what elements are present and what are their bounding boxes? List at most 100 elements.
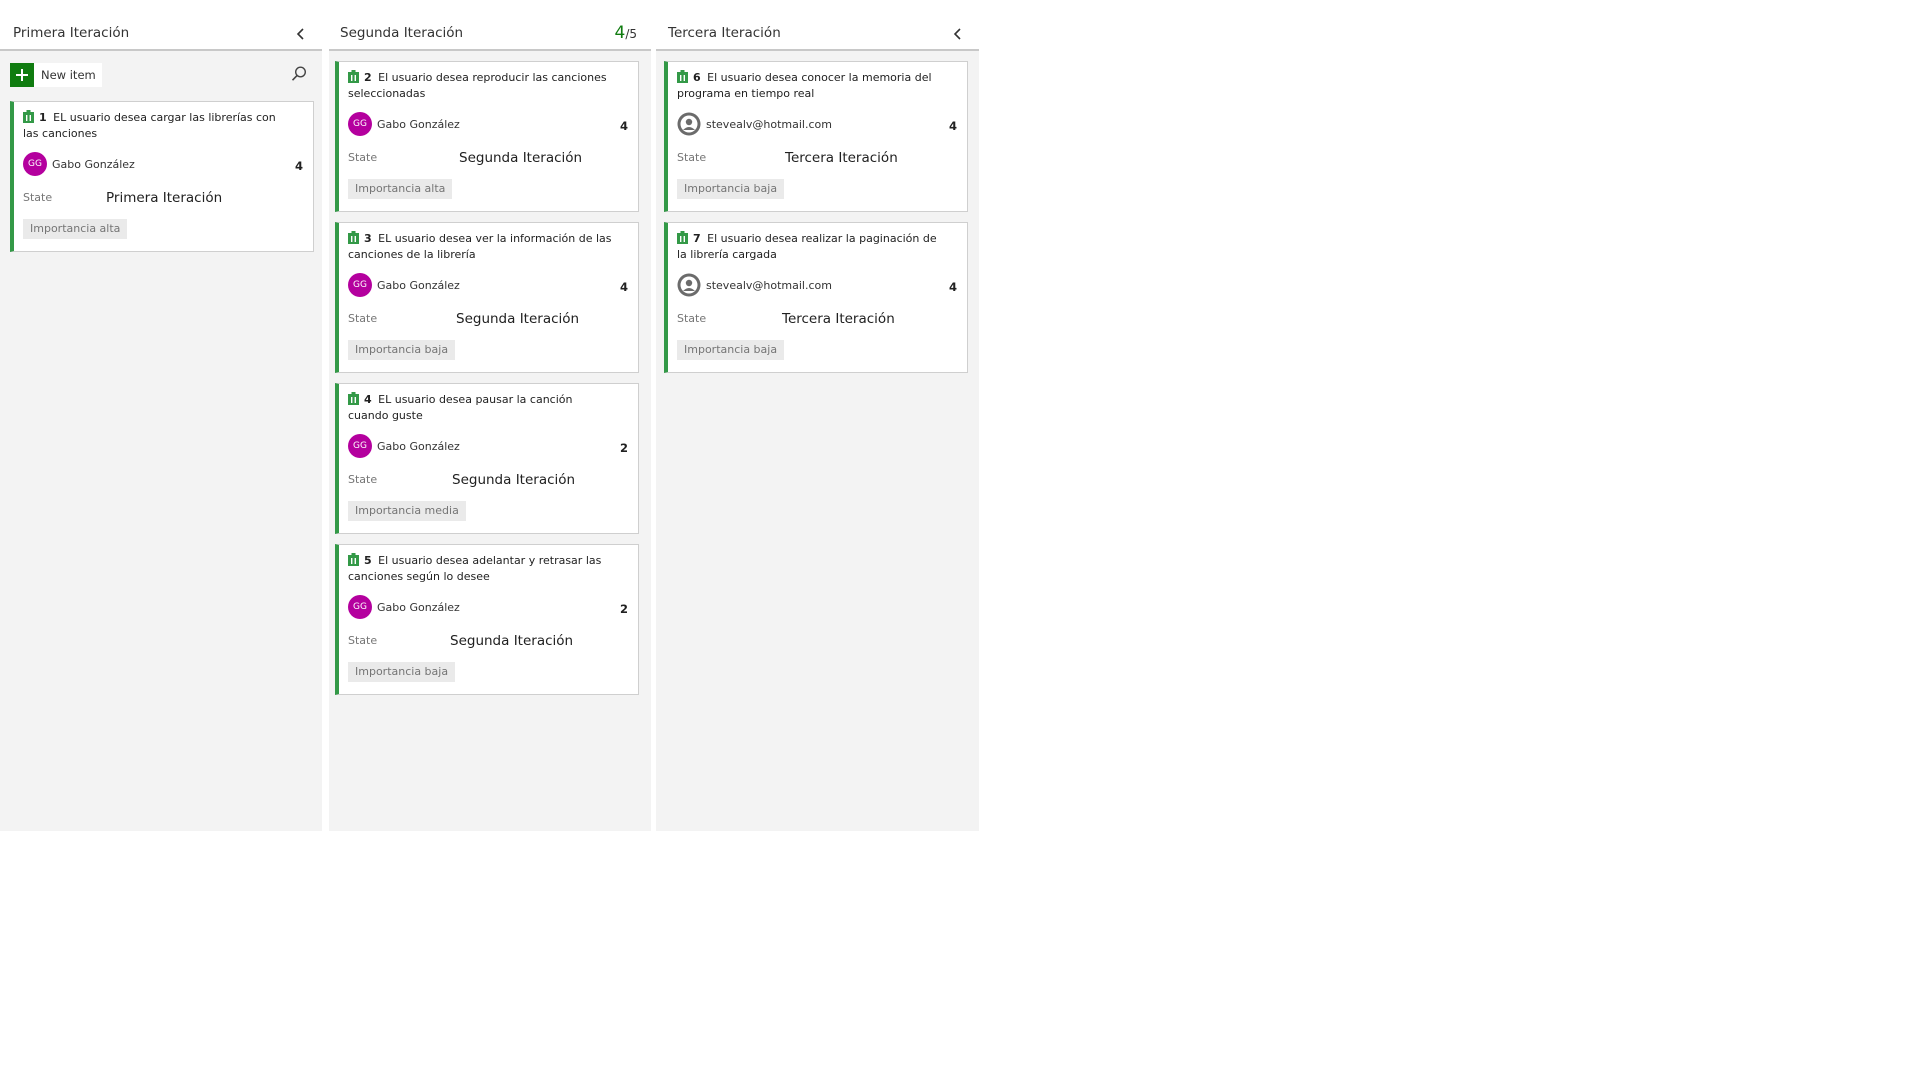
state-label: State bbox=[677, 151, 707, 164]
user-story-icon bbox=[348, 231, 359, 244]
person-icon bbox=[677, 273, 701, 297]
wip-limit-indicator: 4/5 bbox=[614, 23, 637, 43]
assigned-to[interactable]: GG Gabo González bbox=[23, 152, 135, 176]
work-item-card[interactable]: 6 El usuario desea conocer la memoria de… bbox=[664, 61, 968, 212]
assignee-name: stevealv@hotmail.com bbox=[706, 117, 832, 131]
tag-badge[interactable]: Importancia baja bbox=[677, 179, 785, 199]
effort-value[interactable]: 4 bbox=[620, 280, 628, 294]
new-item-label: New item bbox=[41, 68, 96, 82]
user-story-icon bbox=[677, 70, 688, 83]
state-value[interactable]: Segunda Iteración bbox=[452, 472, 575, 488]
effort-value[interactable]: 4 bbox=[295, 159, 303, 173]
wip-limit: 5 bbox=[629, 27, 637, 41]
tag-badge[interactable]: Importancia alta bbox=[348, 179, 453, 199]
tag-badge[interactable]: Importancia baja bbox=[348, 662, 456, 682]
column-header: Tercera Iteración bbox=[656, 0, 979, 51]
work-item-title: El usuario desea conocer la memoria del … bbox=[677, 71, 932, 100]
new-item-button[interactable]: New item bbox=[10, 63, 102, 87]
effort-value[interactable]: 2 bbox=[620, 441, 628, 455]
assigned-to[interactable]: stevealv@hotmail.com bbox=[677, 273, 832, 297]
user-story-icon bbox=[348, 392, 359, 405]
tag-badge[interactable]: Importancia baja bbox=[348, 340, 456, 360]
state-label: State bbox=[348, 151, 378, 164]
work-item-card[interactable]: 3 EL usuario desea ver la información de… bbox=[335, 222, 639, 373]
search-icon[interactable] bbox=[290, 65, 308, 83]
work-item-id: 7 bbox=[693, 232, 701, 245]
column-tercera-iteracion: Tercera Iteración 6 El usuario desea con… bbox=[656, 0, 979, 831]
work-item-card[interactable]: 2 El usuario desea reproducir las cancio… bbox=[335, 61, 639, 212]
work-item-title: El usuario desea adelantar y retrasar la… bbox=[348, 554, 602, 583]
card-title[interactable]: 5 El usuario desea adelantar y retrasar … bbox=[348, 553, 616, 585]
column-header: Primera Iteración bbox=[0, 0, 322, 51]
user-story-icon bbox=[677, 231, 688, 244]
work-item-id: 3 bbox=[364, 232, 372, 245]
avatar: GG bbox=[348, 595, 372, 619]
user-story-icon bbox=[348, 553, 359, 566]
assigned-to[interactable]: GG Gabo González bbox=[348, 112, 460, 136]
card-title[interactable]: 7 El usuario desea realizar la paginació… bbox=[677, 231, 945, 263]
work-item-id: 4 bbox=[364, 393, 372, 406]
work-item-title: EL usuario desea cargar las librerías co… bbox=[23, 111, 276, 140]
effort-value[interactable]: 4 bbox=[949, 280, 957, 294]
tag-badge[interactable]: Importancia alta bbox=[23, 219, 128, 239]
effort-value[interactable]: 2 bbox=[620, 602, 628, 616]
state-value[interactable]: Tercera Iteración bbox=[782, 311, 895, 327]
avatar: GG bbox=[348, 273, 372, 297]
avatar: GG bbox=[23, 152, 47, 176]
assigned-to[interactable]: GG Gabo González bbox=[348, 273, 460, 297]
assignee-name: Gabo González bbox=[377, 600, 460, 614]
column-title: Segunda Iteración bbox=[340, 25, 464, 41]
assigned-to[interactable]: GG Gabo González bbox=[348, 595, 460, 619]
state-label: State bbox=[348, 473, 378, 486]
column-toolbar: New item bbox=[10, 63, 312, 87]
effort-value[interactable]: 4 bbox=[620, 119, 628, 133]
state-value[interactable]: Segunda Iteración bbox=[459, 150, 582, 166]
kanban-board: Primera Iteración New item 1 EL usuario … bbox=[0, 0, 979, 831]
work-item-card[interactable]: 5 El usuario desea adelantar y retrasar … bbox=[335, 544, 639, 695]
work-item-id: 6 bbox=[693, 71, 701, 84]
user-story-icon bbox=[23, 110, 34, 123]
card-title[interactable]: 2 El usuario desea reproducir las cancio… bbox=[348, 70, 616, 102]
state-value[interactable]: Segunda Iteración bbox=[450, 633, 573, 649]
state-label: State bbox=[23, 191, 53, 204]
column-title: Primera Iteración bbox=[13, 25, 130, 41]
work-item-title: EL usuario desea ver la información de l… bbox=[348, 232, 612, 261]
work-item-id: 2 bbox=[364, 71, 372, 84]
assignee-name: stevealv@hotmail.com bbox=[706, 278, 832, 292]
chevron-left-icon[interactable] bbox=[950, 26, 966, 42]
avatar: GG bbox=[348, 434, 372, 458]
column-segunda-iteracion: Segunda Iteración 4/5 2 El usuario desea… bbox=[329, 0, 651, 831]
person-icon bbox=[677, 112, 701, 136]
state-label: State bbox=[677, 312, 707, 325]
assigned-to[interactable]: stevealv@hotmail.com bbox=[677, 112, 832, 136]
card-title[interactable]: 3 EL usuario desea ver la información de… bbox=[348, 231, 616, 263]
card-title[interactable]: 4 EL usuario desea pausar la canción cua… bbox=[348, 392, 616, 424]
state-value[interactable]: Segunda Iteración bbox=[456, 311, 579, 327]
work-item-card[interactable]: 4 EL usuario desea pausar la canción cua… bbox=[335, 383, 639, 534]
work-item-card[interactable]: 7 El usuario desea realizar la paginació… bbox=[664, 222, 968, 373]
card-title[interactable]: 6 El usuario desea conocer la memoria de… bbox=[677, 70, 945, 102]
tag-badge[interactable]: Importancia baja bbox=[677, 340, 785, 360]
work-item-title: El usuario desea reproducir las cancione… bbox=[348, 71, 607, 100]
tag-badge[interactable]: Importancia media bbox=[348, 501, 466, 521]
effort-value[interactable]: 4 bbox=[949, 119, 957, 133]
assigned-to[interactable]: GG Gabo González bbox=[348, 434, 460, 458]
column-title: Tercera Iteración bbox=[668, 25, 781, 41]
state-value[interactable]: Primera Iteración bbox=[106, 190, 222, 206]
column-header: Segunda Iteración 4/5 bbox=[329, 0, 651, 51]
column-primera-iteracion: Primera Iteración New item 1 EL usuario … bbox=[0, 0, 322, 831]
wip-count: 4 bbox=[614, 23, 626, 43]
state-label: State bbox=[348, 634, 378, 647]
state-value[interactable]: Tercera Iteración bbox=[785, 150, 898, 166]
assignee-name: Gabo González bbox=[52, 157, 135, 171]
work-item-id: 5 bbox=[364, 554, 372, 567]
plus-icon bbox=[10, 63, 34, 87]
chevron-left-icon[interactable] bbox=[293, 26, 309, 42]
avatar: GG bbox=[348, 112, 372, 136]
user-story-icon bbox=[348, 70, 359, 83]
assignee-name: Gabo González bbox=[377, 278, 460, 292]
work-item-id: 1 bbox=[39, 111, 47, 124]
card-title[interactable]: 1 EL usuario desea cargar las librerías … bbox=[23, 110, 291, 142]
work-item-card[interactable]: 1 EL usuario desea cargar las librerías … bbox=[10, 101, 314, 252]
work-item-title: EL usuario desea pausar la canción cuand… bbox=[348, 393, 573, 422]
